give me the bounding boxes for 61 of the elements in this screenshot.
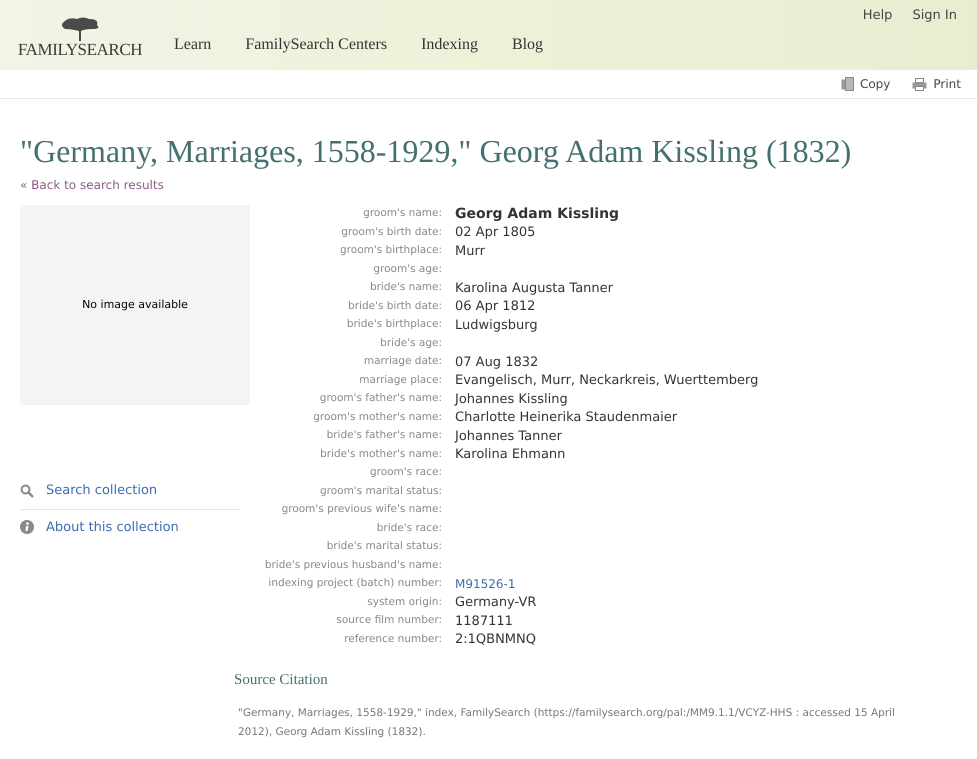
utility-link[interactable]: Sign In [912, 6, 957, 26]
field-value: Johannes Tanner [455, 428, 562, 446]
field-label: bride's birthplace: [346, 317, 442, 332]
field-value: Karolina Augusta Tanner [455, 280, 614, 298]
field-value: Ludwigsburg [455, 316, 538, 334]
toolbar-button[interactable]: Print [912, 75, 961, 93]
field-value: Murr [455, 242, 485, 260]
field-label: marriage place: [358, 372, 442, 388]
field-label: bride's race: [376, 520, 442, 536]
field-value: Georg Adam Kissling [455, 204, 620, 224]
info-icon [20, 520, 34, 534]
nav-link[interactable]: Indexing [421, 33, 478, 58]
field-label: groom's age: [372, 262, 442, 277]
nav-link[interactable]: FamilySearch Centers [245, 33, 388, 58]
field-value: 2:1QBNMNQ [455, 631, 536, 649]
field-label: groom's mother's name: [312, 410, 442, 425]
field-label: groom's birth date: [340, 224, 442, 240]
nav-link[interactable]: Learn [174, 33, 212, 58]
field-label: bride's father's name: [326, 428, 442, 444]
utility-link[interactable]: Help [862, 6, 892, 26]
sidebar-link[interactable]: About this collection [20, 508, 240, 545]
field-label: marriage date: [362, 354, 442, 370]
field-label: system origin: [366, 594, 442, 610]
no-image-text: No image available [82, 296, 188, 313]
citation-text: "Germany, Marriages, 1558-1929," index, FamilySearch (https://familysearch.org/pal:/MM9.1.1/VCYZ-HHS : accessed 15 April 2012), Georg Adam Kissling (1832). [238, 706, 896, 740]
field-value: Charlotte Heinerika Staudenmaier [455, 409, 678, 427]
field-label: bride's marital status: [326, 539, 442, 554]
nav-link[interactable]: Blog [512, 33, 544, 58]
copy-icon [840, 77, 854, 91]
field-label: source film number: [335, 613, 442, 628]
field-label: groom's name: [362, 206, 442, 222]
field-value: 1187111 [455, 612, 513, 630]
field-label: groom's previous wife's name: [280, 502, 442, 518]
field-label: bride's name: [368, 280, 442, 296]
page-title: "Germany, Marriages, 1558-1929," Georg Adam Kissling (1832) [19, 132, 852, 170]
field-label: groom's marital status: [318, 484, 442, 499]
field-value: 06 Apr 1812 [455, 298, 536, 316]
field-label: indexing project (batch) number: [267, 576, 442, 592]
field-value: Evangelisch, Murr, Neckarkreis, Wuerttemberg [455, 372, 758, 390]
field-value: Karolina Ehmann [455, 446, 566, 464]
field-value: 07 Aug 1832 [455, 354, 538, 372]
back-link[interactable]: « Back to search results [0, 178, 977, 193]
search-icon [20, 484, 34, 498]
field-label: bride's age: [379, 336, 442, 351]
sidebar-link[interactable]: Search collection [20, 473, 240, 508]
field-label: bride's mother's name: [319, 446, 442, 462]
logo-text[interactable]: FAMILYSEARCH [18, 41, 142, 58]
field-value: Johannes Kissling [455, 390, 568, 408]
field-value: Germany-VR [455, 594, 536, 612]
field-label: reference number: [343, 632, 442, 647]
field-label: groom's race: [368, 465, 442, 480]
field-label: groom's birthplace: [339, 243, 442, 258]
field-label: bride's previous husband's name: [264, 558, 442, 573]
field-value[interactable]: M91526-1 [455, 575, 516, 594]
printer-icon [912, 78, 928, 90]
tree-icon [59, 17, 101, 41]
toolbar-button[interactable]: Copy [840, 75, 890, 93]
field-value: 02 Apr 1805 [455, 224, 536, 242]
field-label: groom's father's name: [318, 391, 442, 406]
field-label: bride's birth date: [347, 298, 442, 314]
section-heading: Source Citation [234, 671, 329, 690]
